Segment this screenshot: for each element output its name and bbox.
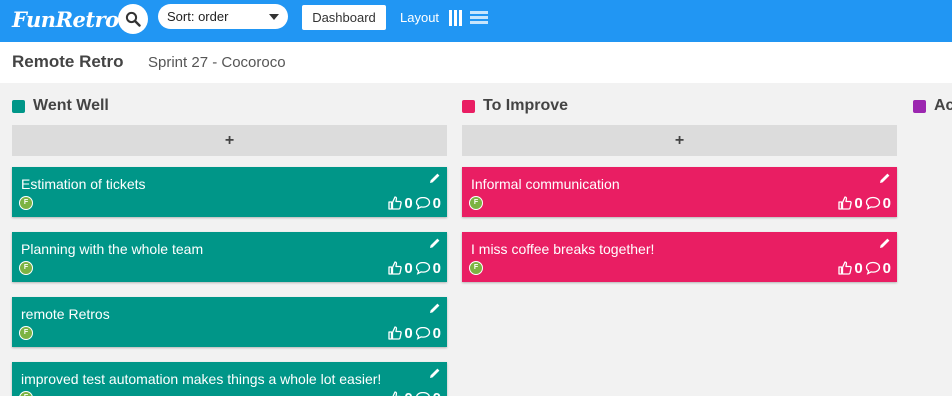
card[interactable]: Estimation of tickets F 0 0 (12, 167, 447, 217)
thumbs-up-icon[interactable] (838, 261, 853, 275)
comment-count: 0 (882, 259, 891, 277)
app-logo[interactable]: FunRetro (12, 6, 119, 34)
add-card-button[interactable]: + (12, 125, 447, 156)
avatar: F (19, 196, 33, 210)
thumbs-up-icon[interactable] (838, 196, 853, 210)
sprint-name: Sprint 27 - Cocoroco (148, 54, 286, 71)
column-header: Went Well (12, 97, 447, 119)
card[interactable]: Informal communication F 0 0 (462, 167, 897, 217)
card-stats: 0 0 (388, 194, 441, 212)
column-went-well: Went Well + Estimation of tickets F 0 0 … (12, 97, 447, 396)
avatar: F (19, 326, 33, 340)
column-color-dot (12, 100, 25, 113)
thumbs-up-icon[interactable] (388, 261, 403, 275)
like-count: 0 (404, 390, 412, 396)
card-text: Informal communication (471, 176, 620, 192)
card-stats: 0 0 (838, 194, 891, 212)
card-stats: 0 0 (388, 259, 441, 277)
card[interactable]: remote Retros F 0 0 (12, 297, 447, 347)
dashboard-button[interactable]: Dashboard (302, 5, 386, 30)
layout-label: Layout (400, 10, 440, 25)
comment-count: 0 (432, 259, 441, 277)
card-stats: 0 0 (388, 324, 441, 342)
avatar: F (19, 391, 33, 396)
column-title[interactable]: To Improve (483, 97, 568, 115)
comment-icon[interactable] (415, 391, 431, 396)
card-text: I miss coffee breaks together! (471, 241, 655, 257)
add-card-button[interactable]: + (462, 125, 897, 156)
avatar: F (469, 196, 483, 210)
comment-icon[interactable] (415, 196, 431, 210)
thumbs-up-icon[interactable] (388, 391, 402, 396)
pencil-icon[interactable] (879, 237, 891, 249)
comment-count: 0 (882, 194, 891, 212)
pencil-icon[interactable] (429, 302, 441, 314)
thumbs-up-icon[interactable] (388, 326, 403, 340)
column-header: Ac (913, 97, 952, 119)
like-count: 0 (404, 194, 413, 212)
thumbs-up-icon[interactable] (388, 196, 403, 210)
card-text: improved test automation makes things a … (21, 371, 382, 387)
card[interactable]: Planning with the whole team F 0 0 (12, 232, 447, 282)
pencil-icon[interactable] (429, 172, 441, 184)
sort-select[interactable]: Sort: order (158, 4, 288, 29)
column-color-dot (462, 100, 475, 113)
like-count: 0 (854, 259, 863, 277)
card-stats: 0 0 (838, 259, 891, 277)
card-text: Estimation of tickets (21, 176, 146, 192)
pencil-icon[interactable] (429, 237, 441, 249)
pencil-icon[interactable] (429, 367, 441, 379)
card[interactable]: improved test automation makes things a … (12, 362, 447, 396)
comment-count: 0 (432, 194, 441, 212)
board-header: Remote Retro Sprint 27 - Cocoroco (0, 42, 952, 83)
search-button[interactable] (118, 4, 148, 34)
card-text: remote Retros (21, 306, 110, 322)
like-count: 0 (854, 194, 863, 212)
column-to-improve: To Improve + Informal communication F 0 … (462, 97, 897, 282)
card-stats: 0 0 (388, 390, 441, 396)
column-header: To Improve (462, 97, 897, 119)
search-icon (125, 11, 141, 27)
board-title[interactable]: Remote Retro (12, 52, 123, 72)
pencil-icon[interactable] (879, 172, 891, 184)
comment-icon[interactable] (415, 261, 431, 275)
card[interactable]: I miss coffee breaks together! F 0 0 (462, 232, 897, 282)
comment-count: 0 (432, 324, 441, 342)
layout-columns-icon[interactable] (449, 10, 463, 26)
like-count: 0 (404, 324, 413, 342)
column-color-dot (913, 100, 926, 113)
comment-icon[interactable] (865, 196, 881, 210)
avatar: F (469, 261, 483, 275)
column-title[interactable]: Went Well (33, 97, 109, 115)
comment-icon[interactable] (415, 326, 431, 340)
layout-rows-icon[interactable] (470, 11, 488, 25)
column-action-items: Ac (913, 97, 952, 119)
avatar: F (19, 261, 33, 275)
sort-select-value: Sort: order (167, 9, 229, 24)
top-bar: FunRetro Sort: order Dashboard Layout (0, 0, 952, 42)
card-text: Planning with the whole team (21, 241, 204, 257)
comment-icon[interactable] (865, 261, 881, 275)
comment-count: 0 (433, 390, 441, 396)
column-title[interactable]: Ac (934, 97, 952, 115)
like-count: 0 (404, 259, 413, 277)
chevron-down-icon (269, 14, 279, 20)
